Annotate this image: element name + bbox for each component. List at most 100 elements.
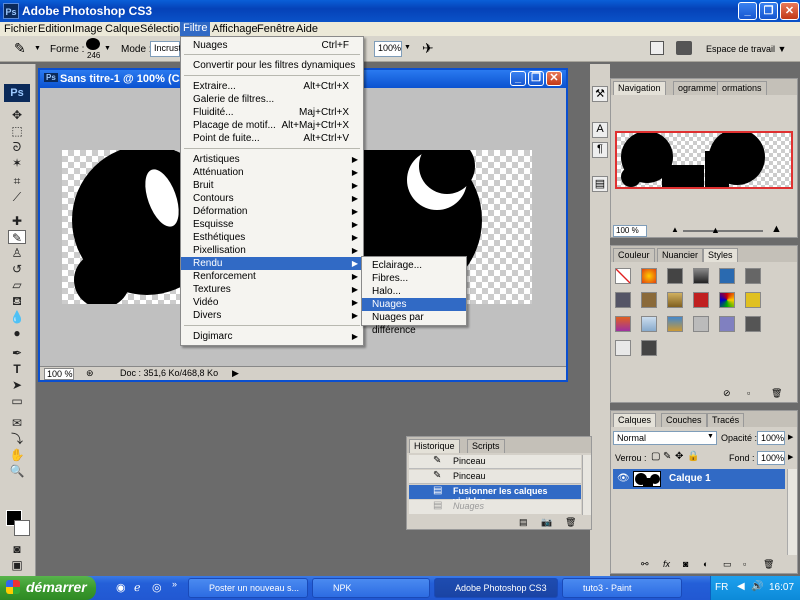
menu-item-pixellisation[interactable]: Pixellisation ▶ xyxy=(181,244,363,257)
blend-mode-dropdown-icon[interactable]: ▼ xyxy=(707,433,714,440)
style-swatch[interactable] xyxy=(667,316,683,332)
menu-item-textures[interactable]: Textures ▶ xyxy=(181,283,363,296)
move-tool-icon[interactable]: ✥ xyxy=(8,108,26,122)
clear-style-icon[interactable]: ⊘ xyxy=(723,388,731,399)
history-step-undone[interactable]: ▤ Nuages xyxy=(409,500,581,514)
adjustment-layer-icon[interactable]: ◐ xyxy=(703,559,708,569)
path-selection-icon[interactable]: ➤ xyxy=(8,378,26,392)
layer-visibility-icon[interactable]: 👁 xyxy=(617,473,630,484)
lasso-tool-icon[interactable]: ᘐ xyxy=(8,140,26,154)
pen-tool-icon[interactable]: ✒ xyxy=(8,346,26,360)
opacity-dropdown-icon[interactable]: ▼ xyxy=(404,44,411,51)
history-step[interactable]: ✎ Pinceau xyxy=(409,455,581,469)
style-swatch[interactable] xyxy=(693,316,709,332)
layer-name[interactable]: Calque 1 xyxy=(669,473,711,484)
style-swatch[interactable] xyxy=(667,292,683,308)
fill-field[interactable]: 100% xyxy=(757,451,785,465)
style-swatch[interactable] xyxy=(745,292,761,308)
menu-item-attenuation[interactable]: Atténuation ▶ xyxy=(181,166,363,179)
airbrush-icon[interactable]: ✈ xyxy=(422,40,434,57)
dodge-tool-icon[interactable]: ● xyxy=(8,326,26,340)
task-npk[interactable]: NPK xyxy=(312,578,430,598)
healing-brush-icon[interactable]: ✚ xyxy=(8,214,26,228)
menu-item-rendu[interactable]: Rendu ▶ xyxy=(181,257,363,270)
menu-item-deformation[interactable]: Déformation ▶ xyxy=(181,205,363,218)
style-swatch[interactable] xyxy=(719,316,735,332)
brush-dropdown-icon[interactable]: ▼ xyxy=(104,45,111,52)
eyedropper-icon[interactable]: ⤵ xyxy=(8,432,26,446)
clone-stamp-icon[interactable]: ♙ xyxy=(8,246,26,260)
lock-transparency-icon[interactable]: ▢ xyxy=(651,451,660,462)
style-swatch[interactable] xyxy=(667,268,683,284)
tab-scripts[interactable]: Scripts xyxy=(467,439,505,453)
tab-histogramme[interactable]: ogramme xyxy=(673,81,722,95)
style-swatch[interactable] xyxy=(615,340,631,356)
background-color-swatch[interactable] xyxy=(14,520,30,536)
media-quicklaunch-icon[interactable]: ◎ xyxy=(152,581,162,594)
layer-comps-icon[interactable]: ▤ xyxy=(592,176,608,192)
submenu-item-fibres[interactable]: Fibres... xyxy=(362,272,466,285)
style-swatch[interactable] xyxy=(641,268,657,284)
style-swatch[interactable] xyxy=(641,340,657,356)
desktop-quicklaunch-icon[interactable]: ◉ xyxy=(116,581,126,594)
layer-opacity-arrow-icon[interactable]: ▶ xyxy=(788,433,793,441)
slice-tool-icon[interactable]: ⟋ xyxy=(8,190,26,204)
submenu-item-nuages[interactable]: Nuages xyxy=(362,298,466,311)
zoom-out-icon[interactable]: ▲ xyxy=(671,225,679,234)
palette-well-icon[interactable] xyxy=(650,41,664,55)
history-step-selected[interactable]: ▤ Fusionner les calques visibles xyxy=(409,485,581,506)
style-swatch[interactable] xyxy=(615,316,631,332)
screen-mode-icon[interactable]: ▣ xyxy=(8,558,26,572)
workspace-menu[interactable]: Espace de travail ▼ xyxy=(706,44,786,54)
new-style-icon[interactable]: ▫ xyxy=(747,388,750,398)
zoom-slider-track[interactable] xyxy=(683,230,763,232)
menu-filtre[interactable]: Filtre xyxy=(180,22,211,36)
tab-couleur[interactable]: Couleur xyxy=(613,248,655,262)
tool-preset-dropdown-icon[interactable]: ▼ xyxy=(34,45,41,52)
menu-item-divers[interactable]: Divers ▶ xyxy=(181,309,363,322)
lock-all-icon[interactable]: 🔒 xyxy=(687,451,699,462)
zoom-slider-thumb[interactable]: ▲ xyxy=(711,225,720,235)
menu-selection[interactable]: Sélection xyxy=(140,23,185,35)
menu-item-convert-smart[interactable]: Convertir pour les filtres dynamiques xyxy=(181,59,363,72)
style-swatch[interactable] xyxy=(641,292,657,308)
menu-image[interactable]: Image xyxy=(72,23,103,35)
menu-item-contours[interactable]: Contours ▶ xyxy=(181,192,363,205)
tab-navigation[interactable]: Navigation xyxy=(613,81,666,95)
new-document-from-state-icon[interactable]: ▤ xyxy=(519,517,528,528)
tab-nuancier[interactable]: Nuancier xyxy=(657,248,704,262)
tab-historique[interactable]: Historique xyxy=(409,439,460,453)
brush-tool-active-icon[interactable]: ✎ xyxy=(8,230,26,245)
style-swatch[interactable] xyxy=(641,316,657,332)
tab-couches[interactable]: Couches xyxy=(661,413,707,427)
paragraph-panel-icon[interactable]: ¶ xyxy=(592,142,608,158)
menu-item-placage[interactable]: Placage de motif... Alt+Maj+Ctrl+X xyxy=(181,119,363,132)
blend-mode-select[interactable]: Normal xyxy=(613,431,717,445)
menu-item-digimarc[interactable]: Digimarc ▶ xyxy=(181,330,363,343)
history-scrollbar[interactable] xyxy=(582,455,591,515)
tray-icon[interactable]: ◀ xyxy=(737,581,745,592)
tab-informations[interactable]: ormations xyxy=(717,81,767,95)
menu-item-point-fuite[interactable]: Point de fuite... Alt+Ctrl+V xyxy=(181,132,363,145)
tab-calques[interactable]: Calques xyxy=(613,413,657,427)
style-swatch[interactable] xyxy=(615,292,631,308)
delete-state-icon[interactable]: 🗑 xyxy=(565,517,576,528)
ie-quicklaunch-icon[interactable]: ℯ xyxy=(134,581,141,594)
zoom-in-icon[interactable]: ▲ xyxy=(771,223,782,235)
brush-preview-icon[interactable] xyxy=(86,38,100,50)
doc-minimize-button[interactable]: _ xyxy=(510,71,526,86)
zoom-tool-icon[interactable]: 🔍 xyxy=(8,464,26,478)
layer-mask-icon[interactable]: ◙ xyxy=(683,559,688,569)
tab-traces[interactable]: Tracés xyxy=(707,413,745,427)
layer-style-icon[interactable]: fx xyxy=(663,559,670,569)
menu-item-bruit[interactable]: Bruit ▶ xyxy=(181,179,363,192)
crop-tool-icon[interactable]: ⌗ xyxy=(8,174,26,188)
blur-tool-icon[interactable]: 💧 xyxy=(8,310,26,324)
link-layers-icon[interactable]: ⚯ xyxy=(641,559,649,570)
history-step[interactable]: ✎ Pinceau xyxy=(409,470,581,484)
fill-arrow-icon[interactable]: ▶ xyxy=(788,453,793,461)
delete-style-icon[interactable]: 🗑 xyxy=(771,388,782,399)
style-swatch[interactable] xyxy=(693,268,709,284)
menu-item-video[interactable]: Vidéo ▶ xyxy=(181,296,363,309)
bridge-icon[interactable] xyxy=(676,41,692,55)
